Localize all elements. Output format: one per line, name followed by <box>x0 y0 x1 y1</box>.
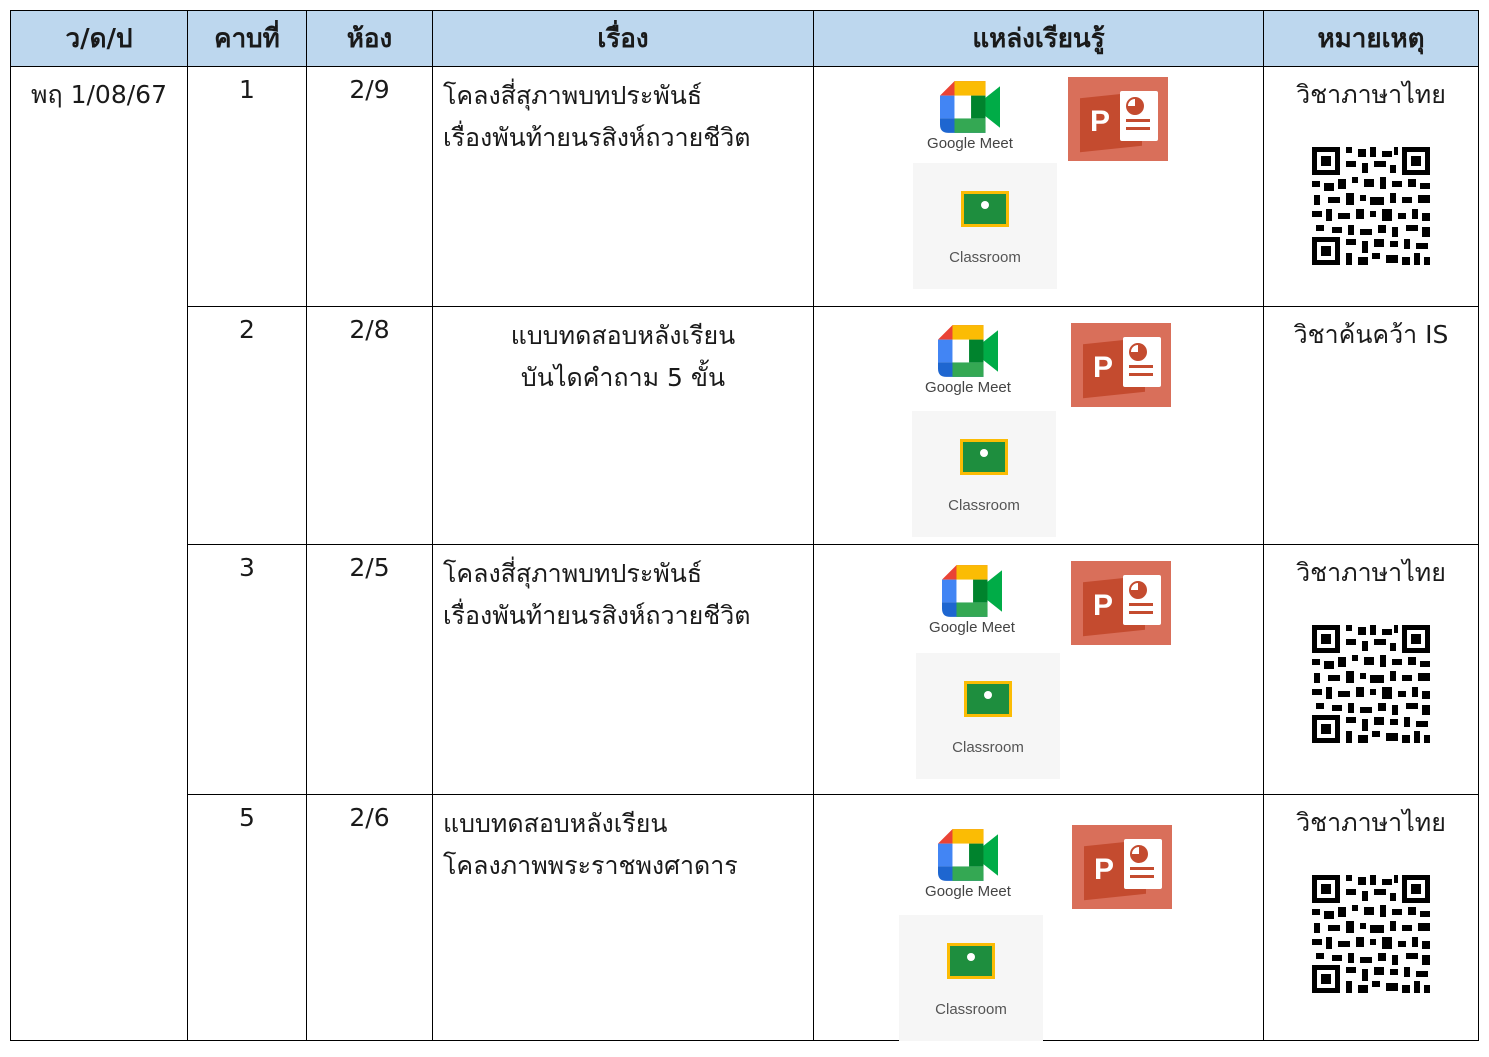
room-cell: 2/6 <box>306 794 433 1041</box>
google-meet-label: Google Meet <box>927 135 1013 152</box>
date-cell: พฤ 1/08/67 <box>10 66 188 1041</box>
table-row: 5 2/6 แบบทดสอบหลังเรียน โคลงภาพพระราชพงศ… <box>11 794 1479 1041</box>
note-label: วิชาค้นคว้า IS <box>1293 320 1449 349</box>
google-meet-icon <box>940 81 1000 133</box>
google-classroom-icon <box>961 191 1009 227</box>
note-cell: วิชาภาษาไทย <box>1263 544 1479 795</box>
schedule-table: ว/ด/ป คาบที่ ห้อง เรื่อง แหล่งเรียนรู้ ห… <box>10 10 1479 1041</box>
resources-cell: Google Meet P Classroom <box>813 794 1264 1041</box>
schedule-page: ว/ด/ป คาบที่ ห้อง เรื่อง แหล่งเรียนรู้ ห… <box>10 10 1479 1057</box>
google-meet-link[interactable]: Google Meet <box>912 325 1024 421</box>
room-cell: 2/9 <box>306 66 433 307</box>
google-meet-icon <box>942 565 1002 617</box>
google-classroom-label: Classroom <box>948 497 1020 514</box>
period-cell: 2 <box>187 306 307 545</box>
room-cell: 2/5 <box>306 544 433 795</box>
google-classroom-label: Classroom <box>952 739 1024 756</box>
google-classroom-icon <box>947 943 995 979</box>
topic-cell: โคลงสี่สุภาพบทประพันธ์ เรื่องพันท้ายนรสิ… <box>432 544 814 795</box>
topic-cell: แบบทดสอบหลังเรียน โคลงภาพพระราชพงศาดาร <box>432 794 814 1041</box>
google-classroom-label: Classroom <box>949 249 1021 266</box>
topic-line-1: แบบทดสอบหลังเรียน <box>443 809 668 838</box>
header-resources: แหล่งเรียนรู้ <box>813 10 1264 67</box>
resources-cell: Google Meet P Classroom <box>813 544 1264 795</box>
note-label: วิชาภาษาไทย <box>1296 558 1446 587</box>
topic-line-1: โคลงสี่สุภาพบทประพันธ์ <box>443 81 703 110</box>
period-cell: 3 <box>187 544 307 795</box>
header-room: ห้อง <box>306 10 433 67</box>
topic-cell: แบบทดสอบหลังเรียน บันไดคำถาม 5 ขั้น <box>432 306 814 545</box>
topic-cell: โคลงสี่สุภาพบทประพันธ์ เรื่องพันท้ายนรสิ… <box>432 66 814 307</box>
table-row: พฤ 1/08/67 1 2/9 โคลงสี่สุภาพบทประพันธ์ … <box>10 66 1479 1041</box>
qr-code-icon[interactable] <box>1310 873 1432 995</box>
note-cell: วิชาค้นคว้า IS <box>1263 306 1479 545</box>
note-cell: วิชาภาษาไทย <box>1263 66 1479 307</box>
google-classroom-icon <box>964 681 1012 717</box>
powerpoint-link[interactable]: P <box>1068 77 1168 161</box>
google-meet-icon <box>938 829 998 881</box>
table-row: 3 2/5 โคลงสี่สุภาพบทประพันธ์ เรื่องพันท้… <box>11 544 1479 795</box>
topic-line-1: แบบทดสอบหลังเรียน <box>510 321 736 350</box>
google-meet-icon <box>938 325 998 377</box>
topic-line-2: เรื่องพันท้ายนรสิงห์ถวายชีวิต <box>443 123 751 152</box>
room-cell: 2/8 <box>306 306 433 545</box>
note-cell: วิชาภาษาไทย <box>1263 794 1479 1041</box>
resources-cell: Google Meet P Classroom <box>813 66 1264 307</box>
header-period: คาบที่ <box>187 10 307 67</box>
google-classroom-label: Classroom <box>935 1001 1007 1018</box>
powerpoint-link[interactable]: P <box>1072 825 1172 909</box>
topic-line-2: บันไดคำถาม 5 ขั้น <box>520 363 726 392</box>
note-label: วิชาภาษาไทย <box>1296 80 1446 109</box>
powerpoint-link[interactable]: P <box>1071 323 1171 407</box>
table-row: 2 2/8 แบบทดสอบหลังเรียน บันไดคำถาม 5 ขั้… <box>11 306 1479 545</box>
note-label: วิชาภาษาไทย <box>1296 808 1446 837</box>
qr-code-icon[interactable] <box>1310 145 1432 267</box>
google-classroom-link[interactable]: Classroom <box>912 411 1056 537</box>
powerpoint-link[interactable]: P <box>1071 561 1171 645</box>
google-classroom-link[interactable]: Classroom <box>916 653 1060 779</box>
header-topic: เรื่อง <box>432 10 814 67</box>
google-meet-label: Google Meet <box>925 883 1011 900</box>
resources-cell: Google Meet P Classroom <box>813 306 1264 545</box>
header-date: ว/ด/ป <box>10 10 188 67</box>
header-row: ว/ด/ป คาบที่ ห้อง เรื่อง แหล่งเรียนรู้ ห… <box>10 10 1479 67</box>
topic-line-1: โคลงสี่สุภาพบทประพันธ์ <box>443 559 703 588</box>
topic-line-2: เรื่องพันท้ายนรสิงห์ถวายชีวิต <box>443 601 751 630</box>
period-cell: 5 <box>187 794 307 1041</box>
google-meet-label: Google Meet <box>929 619 1015 636</box>
google-meet-link[interactable]: Google Meet <box>916 565 1028 661</box>
qr-code-icon[interactable] <box>1310 623 1432 745</box>
google-meet-link[interactable]: Google Meet <box>912 829 1024 925</box>
google-classroom-link[interactable]: Classroom <box>899 915 1043 1041</box>
google-meet-label: Google Meet <box>925 379 1011 396</box>
google-classroom-link[interactable]: Classroom <box>913 163 1057 289</box>
topic-line-2: โคลงภาพพระราชพงศาดาร <box>443 851 738 880</box>
period-cell: 1 <box>187 66 307 307</box>
google-classroom-icon <box>960 439 1008 475</box>
header-note: หมายเหตุ <box>1263 10 1479 67</box>
